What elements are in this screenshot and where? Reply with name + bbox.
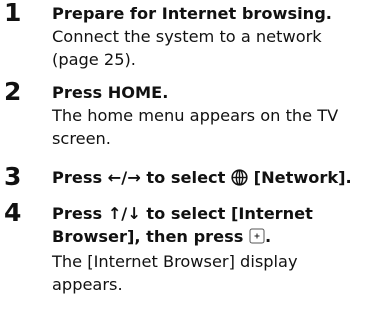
heading-text: Browser], then press	[52, 227, 250, 246]
step-number: 4	[4, 198, 22, 227]
step-number: 2	[4, 77, 22, 106]
step-body-line: appears.	[52, 275, 123, 294]
globe-icon	[231, 169, 248, 192]
step-4: 4 Press ↑/↓ to select [Internet Browser]…	[0, 200, 367, 330]
step-heading: Press HOME.	[52, 83, 169, 102]
step-2: 2 Press HOME. The home menu appears on t…	[0, 79, 367, 163]
step-body-line: The [Internet Browser] display	[52, 252, 298, 271]
step-number: 3	[4, 162, 22, 191]
heading-text: Press	[52, 168, 108, 187]
step-body: Connect the system to a network (page 25…	[52, 25, 363, 71]
heading-text: [Network].	[248, 168, 352, 187]
step-body: The home menu appears on the TV screen.	[52, 104, 363, 150]
heading-line: Press ↑/↓ to select [Internet	[52, 204, 313, 223]
step-3: 3 Press ←/→ to select [Network].	[0, 164, 367, 197]
heading-text: .	[265, 227, 272, 246]
step-heading: Prepare for Internet browsing.	[52, 4, 332, 23]
left-right-arrows-icon: ←/→	[107, 168, 141, 187]
step-body-line: (page 25).	[52, 50, 136, 69]
enter-button-icon	[249, 227, 265, 250]
step-body-line: Connect the system to a network	[52, 27, 322, 46]
step-1: 1 Prepare for Internet browsing. Connect…	[0, 0, 367, 78]
step-body-line: screen.	[52, 129, 111, 148]
step-body: The [Internet Browser] display appears.	[52, 250, 363, 296]
step-heading: Press ←/→ to select [Network].	[52, 164, 363, 192]
step-number: 1	[4, 0, 22, 27]
heading-text: to select	[140, 168, 232, 187]
heading-line: Browser], then press .	[52, 225, 363, 250]
step-heading: Press ↑/↓ to select [Internet Browser], …	[52, 200, 363, 250]
step-body-line: The home menu appears on the TV	[52, 106, 339, 125]
